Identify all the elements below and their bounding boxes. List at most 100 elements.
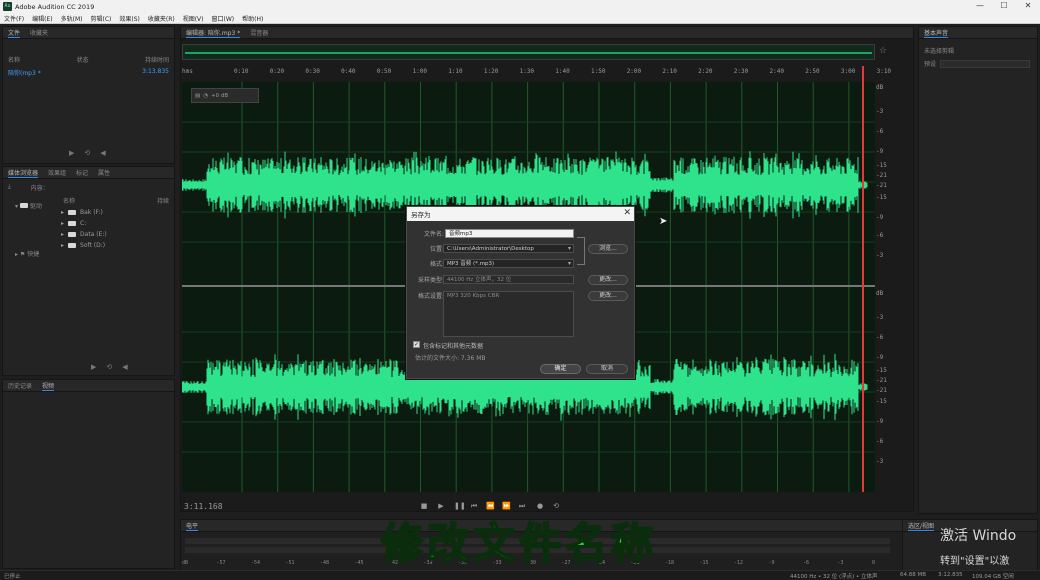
db-label: -6 <box>876 438 884 445</box>
change-sample-type-button[interactable]: 更改... <box>588 275 628 285</box>
volume-icon[interactable]: ◀ <box>122 363 127 371</box>
location-select[interactable]: C:\Users\Administrator\Desktop ▾ <box>443 244 574 253</box>
db-label: -3 <box>876 458 884 465</box>
tab-mixer[interactable]: 混音器 <box>250 28 268 37</box>
loop-preview-icon[interactable]: ⟲ <box>84 149 90 157</box>
fast-forward-icon[interactable]: ⏩ <box>502 502 511 510</box>
db-label: -21 <box>876 387 887 394</box>
format-settings-label: 格式设置: <box>417 293 444 300</box>
tab-selection-view[interactable]: 选区/视图 <box>908 521 935 531</box>
sample-type-value: 44100 Hz 立体声，32 位 <box>443 275 574 284</box>
cancel-button[interactable]: 取消 <box>586 364 628 374</box>
time-display[interactable]: 3:11.168 <box>184 502 223 511</box>
windows-activation-watermark: 激活 Windo <box>940 528 1017 544</box>
column-duration[interactable]: 持续时间 <box>145 55 169 64</box>
drive-icon <box>68 221 77 226</box>
content-label: 内容： <box>30 185 49 192</box>
waveform-overview[interactable] <box>182 44 875 60</box>
tab-files[interactable]: 文件 <box>8 28 21 38</box>
time-ruler[interactable]: hms 0:10 0:20 0:30 0:40 0:50 1:00 1:10 1:20 1:30… <box>182 66 891 80</box>
record-icon[interactable]: ● <box>536 502 544 510</box>
include-markers-checkbox[interactable]: ✓ <box>413 341 420 348</box>
column-name[interactable]: 名称 <box>63 196 75 205</box>
close-icon[interactable]: ✕ <box>623 208 631 218</box>
play-preview-icon[interactable]: ▶ <box>69 149 74 157</box>
db-label: -3 <box>876 108 884 115</box>
loop-icon[interactable]: ⟲ <box>552 502 560 510</box>
tab-history[interactable]: 历史记录 <box>8 381 32 390</box>
ruler-tick: 2:00 <box>626 68 642 75</box>
knob-icon[interactable]: ◔ <box>203 93 208 99</box>
stop-icon[interactable]: ■ <box>420 502 428 510</box>
list-item[interactable]: ▸ Data (E:) <box>49 229 107 240</box>
playhead[interactable] <box>862 66 864 492</box>
column-name[interactable]: 名称 <box>8 55 20 64</box>
tab-properties[interactable]: 属性 <box>98 168 110 177</box>
go-start-icon[interactable]: ⏮ <box>470 502 478 510</box>
ruler-tick: 0:10 <box>234 68 249 75</box>
play-preview-icon[interactable]: ▶ <box>91 363 96 371</box>
list-item[interactable]: ▸ Bak (F:) <box>49 207 107 218</box>
preset-dropdown[interactable] <box>940 59 1031 68</box>
maximize-button[interactable]: ☐ <box>992 0 1016 13</box>
tab-media-browser[interactable]: 媒体浏览器 <box>8 168 39 178</box>
loop-preview-icon[interactable]: ⟲ <box>106 363 112 371</box>
browse-button[interactable]: 浏览... <box>588 244 628 254</box>
location-value: C:\Users\Administrator\Desktop <box>447 246 534 252</box>
ruler-tick: 2:40 <box>769 68 784 75</box>
column-duration[interactable]: 持续 <box>157 196 169 205</box>
ruler-tick: 0:30 <box>305 68 320 75</box>
close-window-button[interactable]: ✕ <box>1016 0 1040 13</box>
menu-help[interactable]: 帮助(H) <box>238 14 267 23</box>
rewind-icon[interactable]: ⏪ <box>486 502 495 510</box>
zoom-star-icon[interactable]: ☆ <box>879 46 887 56</box>
tab-markers[interactable]: 标记 <box>76 168 88 177</box>
minimize-button[interactable]: — <box>968 0 992 13</box>
hud-volume[interactable]: ▤ ◔ +0 dB <box>191 88 259 103</box>
tab-editor[interactable]: 编辑器: 陪你.mp3 * <box>186 28 241 38</box>
play-icon[interactable]: ▶ <box>437 502 445 510</box>
menu-multitrack[interactable]: 多轨(M) <box>57 14 87 23</box>
dialog-title: 另存为 <box>411 211 431 219</box>
db-label: -15 <box>876 194 887 201</box>
preset-label: 预设 <box>924 61 937 68</box>
tab-effects-rack[interactable]: 效果组 <box>48 168 66 177</box>
levels-tick: 0 <box>872 560 876 566</box>
sample-type-label: 采样类型: <box>417 277 444 284</box>
chevron-down-icon: ▾ <box>567 245 571 252</box>
tab-levels[interactable]: 电平 <box>186 521 199 531</box>
ruler-tick: 0:40 <box>341 68 356 75</box>
ok-button[interactable]: 确定 <box>540 364 581 374</box>
tree-drives[interactable]: ▾ 驱动 <box>7 199 47 212</box>
download-icon[interactable]: ⤓ <box>8 183 11 192</box>
column-status[interactable]: 状态 <box>76 55 88 64</box>
menu-favorites[interactable]: 收藏夹(R) <box>144 14 179 23</box>
db-label: -9 <box>876 418 884 425</box>
tab-favorites[interactable]: 收藏夹 <box>30 28 48 37</box>
filename-input[interactable]: 音频mp3 <box>445 229 574 238</box>
list-item[interactable]: ▸ C: <box>49 218 107 229</box>
files-panel: 文件 收藏夹 名称 状态 持续时间 陪你(mp3 * 3:13.835 ▶ ⟲ … <box>2 26 175 164</box>
db-label: -9 <box>876 354 884 361</box>
menu-window[interactable]: 窗口(W) <box>208 14 239 23</box>
list-item[interactable]: ▸ Soft (D:) <box>49 240 107 251</box>
tab-essential-sound[interactable]: 基本声音 <box>924 28 949 38</box>
audition-logo-icon: Au <box>3 2 12 11</box>
location-label: 位置: <box>429 246 444 253</box>
ruler-tick: 3:10 <box>876 68 892 75</box>
menu-edit[interactable]: 编辑(E) <box>28 14 56 23</box>
menu-file[interactable]: 文件(F) <box>0 14 28 23</box>
pause-icon[interactable]: ❚❚ <box>454 502 466 510</box>
list-item[interactable]: 陪你(mp3 * 3:13.835 <box>3 66 174 79</box>
menu-effects[interactable]: 效果(S) <box>115 14 144 23</box>
change-format-settings-button[interactable]: 更改... <box>588 291 628 301</box>
menu-view[interactable]: 视图(V) <box>179 14 208 23</box>
volume-icon[interactable]: ◀ <box>100 149 105 157</box>
format-select[interactable]: MP3 音频 (*.mp3) ▾ <box>443 259 574 268</box>
go-end-icon[interactable]: ⏭ <box>518 502 526 510</box>
bracket-line <box>577 237 585 265</box>
tree-shortcuts[interactable]: ▸ ⚑ 快捷 <box>7 247 44 260</box>
file-name: 陪你(mp3 * <box>8 70 41 77</box>
menu-clip[interactable]: 剪辑(C) <box>86 14 115 23</box>
tab-video[interactable]: 视频 <box>42 381 55 391</box>
